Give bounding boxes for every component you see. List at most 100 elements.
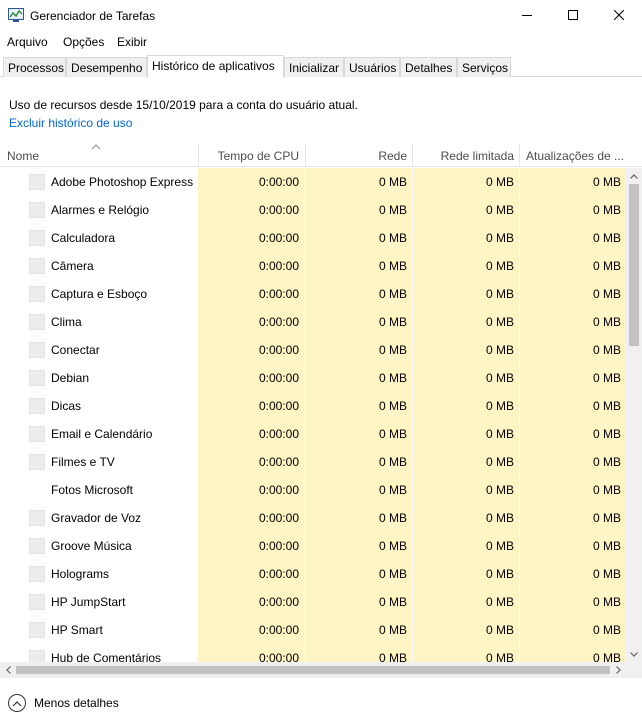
app-icon bbox=[29, 594, 45, 610]
menu-exibir[interactable]: Exibir bbox=[117, 35, 147, 49]
cpu-time-cell: 0:00:00 bbox=[258, 483, 299, 497]
metered-network-cell: 0 MB bbox=[485, 315, 514, 329]
delete-usage-history-link[interactable]: Excluir histórico de uso bbox=[9, 116, 132, 130]
table-row[interactable]: Groove Música 0:00:00 0 MB 0 MB 0 MB bbox=[0, 532, 626, 560]
tab-inicializar[interactable]: Inicializar bbox=[284, 57, 344, 77]
network-cell: 0 MB bbox=[378, 483, 407, 497]
table-row[interactable]: HP JumpStart 0:00:00 0 MB 0 MB 0 MB bbox=[0, 588, 626, 616]
network-cell: 0 MB bbox=[378, 259, 407, 273]
column-header-cpu-time[interactable]: Tempo de CPU bbox=[199, 149, 299, 163]
tab-processos[interactable]: Processos bbox=[3, 57, 66, 77]
close-button[interactable] bbox=[596, 0, 642, 32]
table-row[interactable]: Câmera 0:00:00 0 MB 0 MB 0 MB bbox=[0, 252, 626, 280]
table-row[interactable]: Alarmes e Relógio 0:00:00 0 MB 0 MB 0 MB bbox=[0, 196, 626, 224]
menu-opcoes[interactable]: Opções bbox=[63, 35, 104, 49]
table-row[interactable]: Dicas 0:00:00 0 MB 0 MB 0 MB bbox=[0, 392, 626, 420]
footer: Menos detalhes bbox=[0, 688, 642, 720]
tab-usuarios[interactable]: Usuários bbox=[344, 57, 400, 77]
scroll-left-icon[interactable] bbox=[0, 662, 16, 678]
title-bar[interactable]: Gerenciador de Tarefas bbox=[0, 0, 642, 32]
metered-network-cell: 0 MB bbox=[485, 259, 514, 273]
app-icon bbox=[29, 174, 45, 190]
column-header-updates[interactable]: Atualizações de ... bbox=[526, 149, 626, 163]
updates-cell: 0 MB bbox=[592, 399, 621, 413]
updates-cell: 0 MB bbox=[592, 623, 621, 637]
horizontal-scrollbar[interactable] bbox=[0, 662, 642, 678]
fewer-details-label[interactable]: Menos detalhes bbox=[34, 696, 119, 710]
usage-info-text: Uso de recursos desde 15/10/2019 para a … bbox=[9, 98, 358, 112]
app-icon bbox=[29, 622, 45, 638]
app-icon bbox=[29, 650, 45, 662]
scroll-up-icon[interactable] bbox=[626, 168, 642, 184]
tab-detalhes[interactable]: Detalhes bbox=[400, 57, 457, 77]
scroll-down-icon[interactable] bbox=[626, 646, 642, 662]
horizontal-scroll-thumb[interactable] bbox=[16, 666, 610, 674]
vertical-scrollbar[interactable] bbox=[626, 168, 642, 662]
updates-cell: 0 MB bbox=[592, 175, 621, 189]
network-cell: 0 MB bbox=[378, 231, 407, 245]
tab-desempenho[interactable]: Desempenho bbox=[66, 57, 147, 77]
maximize-button[interactable] bbox=[550, 0, 596, 32]
table-row[interactable]: Conectar 0:00:00 0 MB 0 MB 0 MB bbox=[0, 336, 626, 364]
table-row[interactable]: Adobe Photoshop Express 0:00:00 0 MB 0 MB 0 … bbox=[0, 168, 626, 196]
network-cell: 0 MB bbox=[378, 595, 407, 609]
table-row[interactable]: Filmes e TV 0:00:00 0 MB 0 MB 0 MB bbox=[0, 448, 626, 476]
cpu-time-cell: 0:00:00 bbox=[258, 175, 299, 189]
cpu-time-cell: 0:00:00 bbox=[258, 343, 299, 357]
metered-network-cell: 0 MB bbox=[485, 595, 514, 609]
app-icon bbox=[29, 398, 45, 414]
column-header-metered-network[interactable]: Rede limitada bbox=[413, 149, 514, 163]
vertical-scroll-thumb[interactable] bbox=[629, 184, 639, 346]
cpu-time-cell: 0:00:00 bbox=[258, 511, 299, 525]
app-name: Câmera bbox=[51, 259, 94, 273]
table-row[interactable]: Holograms 0:00:00 0 MB 0 MB 0 MB bbox=[0, 560, 626, 588]
cpu-time-cell: 0:00:00 bbox=[258, 259, 299, 273]
table-row[interactable]: Clima 0:00:00 0 MB 0 MB 0 MB bbox=[0, 308, 626, 336]
cpu-time-cell: 0:00:00 bbox=[258, 539, 299, 553]
network-cell: 0 MB bbox=[378, 455, 407, 469]
tab-historico-aplicativos[interactable]: Histórico de aplicativos bbox=[147, 55, 284, 78]
updates-cell: 0 MB bbox=[592, 287, 621, 301]
metered-network-cell: 0 MB bbox=[485, 651, 514, 662]
column-header-name[interactable]: Nome bbox=[7, 149, 187, 163]
table-row[interactable]: Gravador de Voz 0:00:00 0 MB 0 MB 0 MB bbox=[0, 504, 626, 532]
updates-cell: 0 MB bbox=[592, 427, 621, 441]
scroll-right-icon[interactable] bbox=[610, 662, 626, 678]
app-name: Adobe Photoshop Express bbox=[51, 175, 194, 189]
cpu-time-cell: 0:00:00 bbox=[258, 567, 299, 581]
updates-cell: 0 MB bbox=[592, 567, 621, 581]
app-name: Fotos Microsoft bbox=[51, 483, 134, 497]
app-name: HP JumpStart bbox=[51, 595, 126, 609]
metered-network-cell: 0 MB bbox=[485, 343, 514, 357]
metered-network-cell: 0 MB bbox=[485, 371, 514, 385]
table-row[interactable]: Email e Calendário 0:00:00 0 MB 0 MB 0 MB bbox=[0, 420, 626, 448]
column-header-network[interactable]: Rede bbox=[306, 149, 407, 163]
network-cell: 0 MB bbox=[378, 539, 407, 553]
table-row[interactable]: Captura e Esboço 0:00:00 0 MB 0 MB 0 MB bbox=[0, 280, 626, 308]
tab-servicos[interactable]: Serviços bbox=[457, 57, 511, 77]
column-headers: Nome Tempo de CPU Rede Rede limitada Atu… bbox=[0, 144, 642, 167]
metered-network-cell: 0 MB bbox=[485, 511, 514, 525]
app-icon bbox=[29, 566, 45, 582]
table-row[interactable]: Debian 0:00:00 0 MB 0 MB 0 MB bbox=[0, 364, 626, 392]
cpu-time-cell: 0:00:00 bbox=[258, 203, 299, 217]
app-icon bbox=[29, 258, 45, 274]
fewer-details-button[interactable] bbox=[8, 694, 26, 712]
table-row[interactable]: HP Smart 0:00:00 0 MB 0 MB 0 MB bbox=[0, 616, 626, 644]
maximize-icon bbox=[568, 9, 578, 23]
updates-cell: 0 MB bbox=[592, 231, 621, 245]
menu-arquivo[interactable]: Arquivo bbox=[7, 35, 48, 49]
app-name: Gravador de Voz bbox=[51, 511, 142, 525]
minimize-button[interactable] bbox=[504, 0, 550, 32]
metered-network-cell: 0 MB bbox=[485, 399, 514, 413]
chevron-up-icon bbox=[12, 696, 22, 710]
cpu-time-cell: 0:00:00 bbox=[258, 623, 299, 637]
window-title: Gerenciador de Tarefas bbox=[30, 9, 156, 23]
metered-network-cell: 0 MB bbox=[485, 455, 514, 469]
updates-cell: 0 MB bbox=[592, 511, 621, 525]
table-row[interactable]: Calculadora 0:00:00 0 MB 0 MB 0 MB bbox=[0, 224, 626, 252]
app-icon bbox=[29, 202, 45, 218]
table-row[interactable]: Hub de Comentários 0:00:00 0 MB 0 MB 0 MB bbox=[0, 644, 626, 662]
table-row[interactable]: Fotos Microsoft 0:00:00 0 MB 0 MB 0 MB bbox=[0, 476, 626, 504]
network-cell: 0 MB bbox=[378, 623, 407, 637]
